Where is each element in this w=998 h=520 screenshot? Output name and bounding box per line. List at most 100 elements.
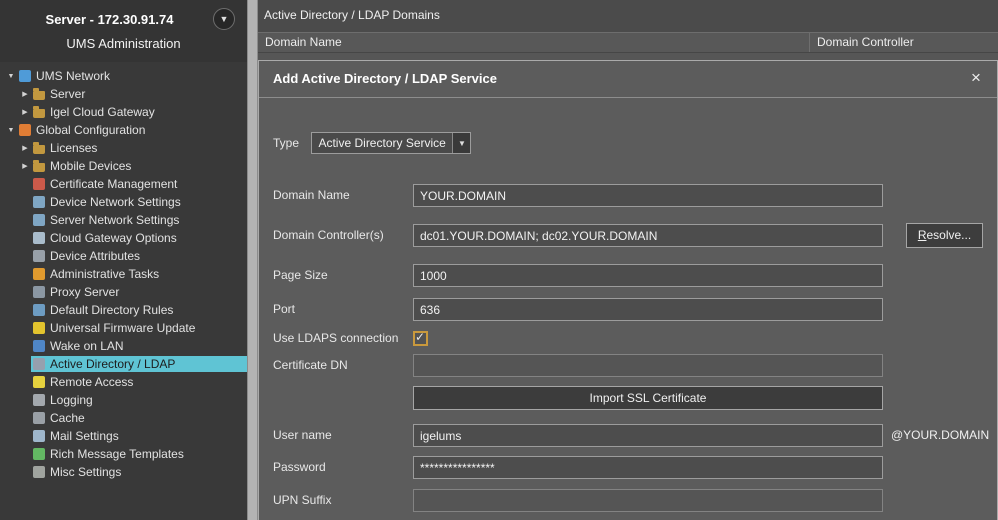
domain-name-input[interactable] xyxy=(413,184,883,207)
column-header-domain-controller[interactable]: Domain Controller xyxy=(810,33,998,52)
type-label: Type xyxy=(273,132,299,154)
resolve-button[interactable]: Resolve... xyxy=(906,223,983,248)
tree-item-default-directory-rules[interactable]: Default Directory Rules xyxy=(0,301,247,319)
content-header: Active Directory / LDAP Domains xyxy=(258,0,998,32)
active-directory-icon xyxy=(33,358,45,370)
tree-item-label: Universal Firmware Update xyxy=(50,321,195,335)
wake-on-lan-icon xyxy=(33,340,45,352)
domain-name-label: Domain Name xyxy=(273,184,413,207)
certificate-dn-label: Certificate DN xyxy=(273,354,413,377)
server-menu-button[interactable] xyxy=(213,8,235,30)
expander-down-icon[interactable]: ▼ xyxy=(5,127,17,134)
tree-item-device-network-settings[interactable]: Device Network Settings xyxy=(0,193,247,211)
certificate-dn-row: Certificate DN xyxy=(273,354,985,377)
tree-item-remote-access[interactable]: Remote Access xyxy=(0,373,247,391)
tree-item-content: UMS Network xyxy=(17,68,247,84)
port-input[interactable] xyxy=(413,298,883,321)
tree-item-rich-message-templates[interactable]: Rich Message Templates xyxy=(0,445,247,463)
tree-item-label: Certificate Management xyxy=(50,177,177,191)
expander-right-icon[interactable]: ▶ xyxy=(19,90,31,98)
folder-icon xyxy=(33,145,45,154)
expander-right-icon[interactable]: ▶ xyxy=(19,162,31,170)
tree-item-label: Cache xyxy=(50,411,85,425)
panel-splitter[interactable] xyxy=(247,0,258,520)
sidebar-header: Server - 172.30.91.74 UMS Administration xyxy=(0,0,247,62)
firmware-update-icon xyxy=(33,322,45,334)
expander-right-icon[interactable]: ▶ xyxy=(19,108,31,116)
tree-item-certificate-management[interactable]: Certificate Management xyxy=(0,175,247,193)
tree-item-proxy-server[interactable]: Proxy Server xyxy=(0,283,247,301)
tree-item-content: Misc Settings xyxy=(31,464,247,480)
tree-item-ums-network[interactable]: ▼UMS Network xyxy=(0,67,247,85)
tree-item-igel-cloud-gateway[interactable]: ▶ Igel Cloud Gateway xyxy=(0,103,247,121)
tree-item-active-directory-ldap[interactable]: Active Directory / LDAP xyxy=(0,355,247,373)
tree-item-label: Misc Settings xyxy=(50,465,121,479)
use-ldaps-label: Use LDAPS connection xyxy=(273,330,413,347)
user-name-input[interactable] xyxy=(413,424,883,447)
tree-item-administrative-tasks[interactable]: Administrative Tasks xyxy=(0,265,247,283)
dialog-title: Add Active Directory / LDAP Service xyxy=(273,71,497,86)
use-ldaps-checkbox[interactable] xyxy=(413,331,428,346)
tree-item-device-attributes[interactable]: Device Attributes xyxy=(0,247,247,265)
type-select[interactable]: Active Directory Service xyxy=(311,132,471,154)
tree-item-mail-settings[interactable]: Mail Settings xyxy=(0,427,247,445)
tree-item-label: Mail Settings xyxy=(50,429,119,443)
sidebar: Server - 172.30.91.74 UMS Administration… xyxy=(0,0,247,520)
tree-item-content: Wake on LAN xyxy=(31,338,247,354)
mail-icon xyxy=(33,430,45,442)
tree-item-label: Logging xyxy=(50,393,93,407)
tree-item-content: Universal Firmware Update xyxy=(31,320,247,336)
monitor-icon xyxy=(33,214,45,226)
tree-item-content: Rich Message Templates xyxy=(31,446,247,462)
cloud-icon xyxy=(33,232,45,244)
logging-icon xyxy=(33,394,45,406)
tree-item-content: Licenses xyxy=(31,140,247,156)
tree-item-label: Igel Cloud Gateway xyxy=(50,105,155,119)
port-label: Port xyxy=(273,298,413,321)
tree-item-content: Remote Access xyxy=(31,374,247,390)
global-configuration-icon xyxy=(19,124,31,136)
user-name-row: User name @YOUR.DOMAIN xyxy=(273,424,985,447)
import-ssl-certificate-button[interactable]: Import SSL Certificate xyxy=(413,386,883,410)
domain-controllers-input[interactable] xyxy=(413,224,883,247)
tree-item-wake-on-lan[interactable]: Wake on LAN xyxy=(0,337,247,355)
network-icon xyxy=(19,70,31,82)
expander-right-icon[interactable]: ▶ xyxy=(19,144,31,152)
port-row: Port xyxy=(273,298,985,321)
tree-item-mobile-devices[interactable]: ▶Mobile Devices xyxy=(0,157,247,175)
add-ldap-service-dialog: Add Active Directory / LDAP Service Type… xyxy=(258,60,998,520)
tree-item-content: Active Directory / LDAP xyxy=(31,356,247,372)
type-row: Type Active Directory Service xyxy=(273,132,985,154)
tree-item-global-configuration[interactable]: ▼Global Configuration xyxy=(0,121,247,139)
tree-item-content: Mobile Devices xyxy=(31,158,247,174)
upn-suffix-row: UPN Suffix xyxy=(273,489,985,512)
expander-down-icon[interactable]: ▼ xyxy=(5,73,17,80)
column-header-domain-name[interactable]: Domain Name xyxy=(258,33,810,52)
tree-item-content: Default Directory Rules xyxy=(31,302,247,318)
navigation-tree: ▼UMS Network▶Server▶Igel Cloud Gateway▼G… xyxy=(0,62,247,481)
page-size-input[interactable] xyxy=(413,264,883,287)
tree-item-misc-settings[interactable]: Misc Settings xyxy=(0,463,247,481)
tree-item-logging[interactable]: Logging xyxy=(0,391,247,409)
folder-icon xyxy=(33,91,45,100)
tree-item-content: Mail Settings xyxy=(31,428,247,444)
user-name-domain-suffix: @YOUR.DOMAIN xyxy=(891,424,989,447)
tree-item-label: Server xyxy=(50,87,85,101)
tree-item-cloud-gateway-options[interactable]: Cloud Gateway Options xyxy=(0,229,247,247)
tree-item-universal-firmware-update[interactable]: Universal Firmware Update xyxy=(0,319,247,337)
certificate-dn-input[interactable] xyxy=(413,354,883,377)
tree-item-server-network-settings[interactable]: Server Network Settings xyxy=(0,211,247,229)
tree-item-licenses[interactable]: ▶Licenses xyxy=(0,139,247,157)
import-ssl-row: Import SSL Certificate xyxy=(273,386,985,410)
tree-item-cache[interactable]: Cache xyxy=(0,409,247,427)
domain-name-row: Domain Name xyxy=(273,184,985,207)
upn-suffix-input[interactable] xyxy=(413,489,883,512)
tree-item-server[interactable]: ▶ Server xyxy=(0,85,247,103)
certificate-icon xyxy=(33,178,45,190)
proxy-server-icon xyxy=(33,286,45,298)
tree-item-label: Server Network Settings xyxy=(50,213,179,227)
close-icon[interactable] xyxy=(967,68,985,88)
password-input[interactable] xyxy=(413,456,883,479)
dialog-titlebar: Add Active Directory / LDAP Service xyxy=(259,61,997,98)
tree-item-label: Active Directory / LDAP xyxy=(50,357,175,371)
